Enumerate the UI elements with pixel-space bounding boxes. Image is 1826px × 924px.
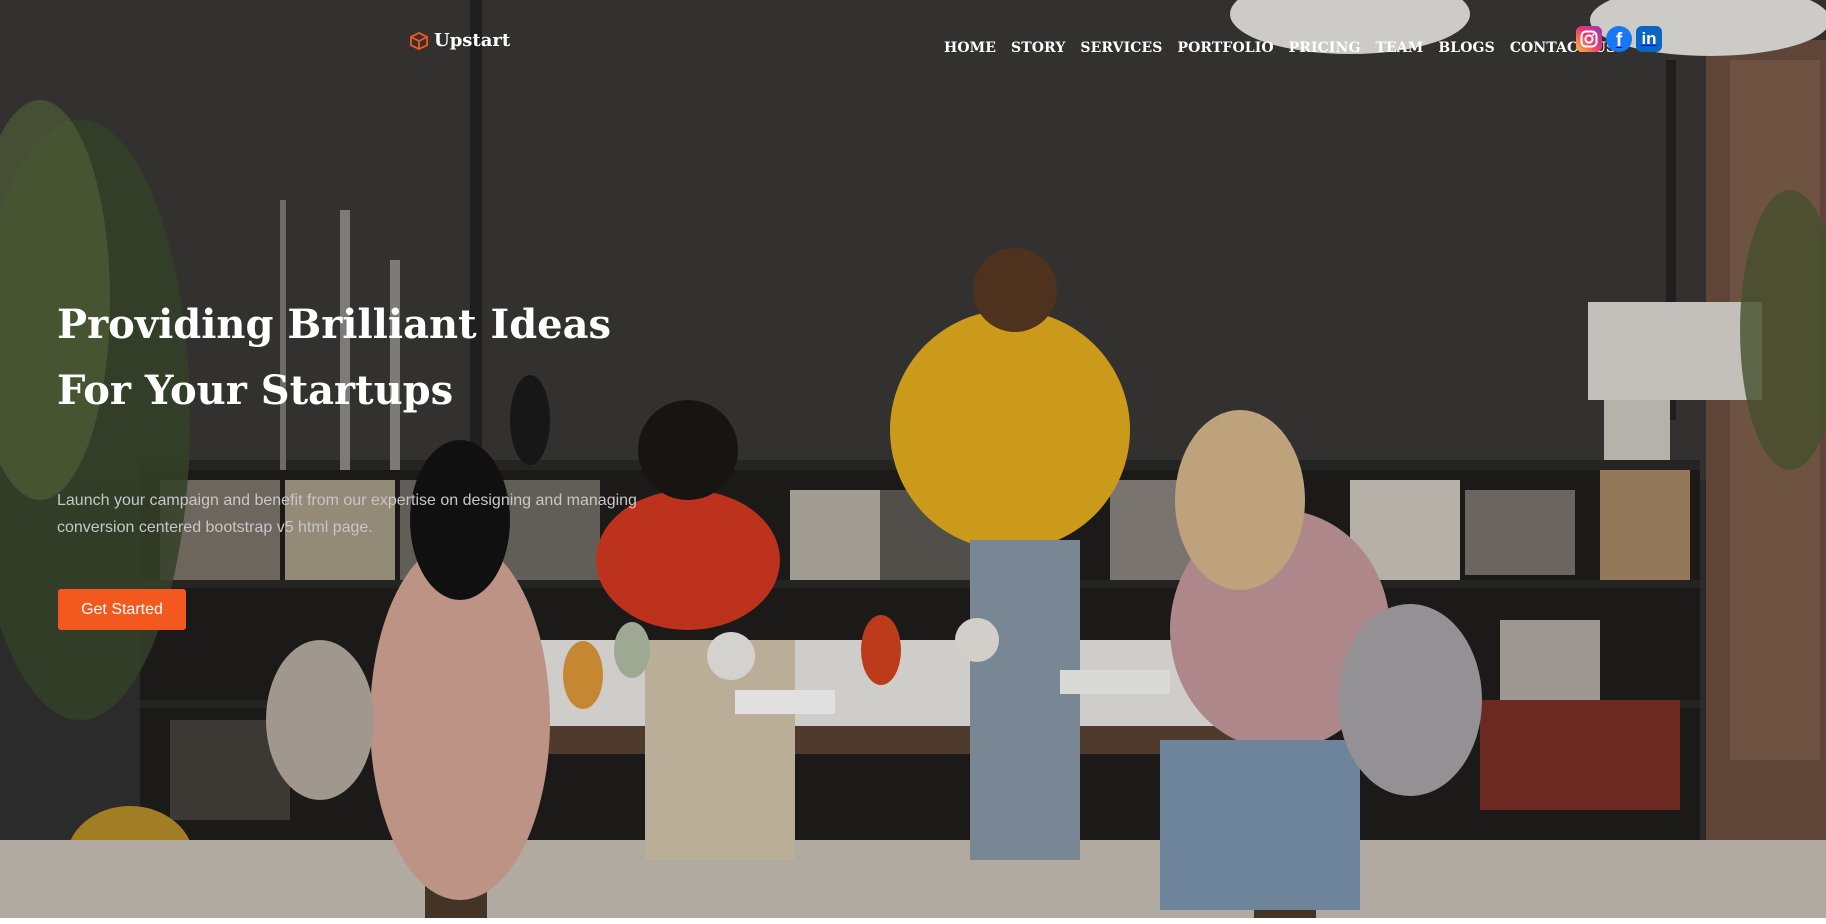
linkedin-icon[interactable]: in bbox=[1636, 26, 1662, 52]
hero-headline-line1: Providing Brilliant Ideas bbox=[57, 301, 612, 348]
hero-section: Upstart HOME STORY SERVICES PORTFOLIO PR… bbox=[0, 0, 1826, 918]
nav-item-blogs[interactable]: BLOGS bbox=[1438, 40, 1494, 56]
main-nav: HOME STORY SERVICES PORTFOLIO PRICING TE… bbox=[944, 40, 1631, 56]
hero-lead-text: Launch your campaign and benefit from ou… bbox=[57, 492, 637, 536]
brand-logo[interactable]: Upstart bbox=[410, 30, 510, 51]
facebook-icon[interactable]: f bbox=[1606, 26, 1632, 52]
cube-icon bbox=[410, 31, 428, 50]
nav-item-services[interactable]: SERVICES bbox=[1080, 40, 1162, 56]
linkedin-glyph: in bbox=[1641, 29, 1657, 48]
hero-headline-line2: For Your Startups bbox=[57, 367, 454, 414]
facebook-glyph: f bbox=[1615, 30, 1623, 51]
page-bottom-edge bbox=[0, 918, 1826, 924]
hero-headline: Providing Brilliant Ideas For Your Start… bbox=[57, 292, 697, 424]
nav-item-story[interactable]: STORY bbox=[1011, 40, 1065, 56]
get-started-button[interactable]: Get Started bbox=[58, 589, 186, 630]
social-links: f in bbox=[1576, 26, 1662, 52]
instagram-icon[interactable] bbox=[1576, 26, 1602, 52]
brand-name: Upstart bbox=[434, 30, 511, 51]
hero-background-photo bbox=[0, 0, 1826, 918]
nav-item-portfolio[interactable]: PORTFOLIO bbox=[1177, 40, 1273, 56]
nav-item-team[interactable]: TEAM bbox=[1376, 40, 1424, 56]
nav-item-pricing[interactable]: PRICING bbox=[1289, 40, 1361, 56]
nav-item-home[interactable]: HOME bbox=[944, 40, 996, 56]
